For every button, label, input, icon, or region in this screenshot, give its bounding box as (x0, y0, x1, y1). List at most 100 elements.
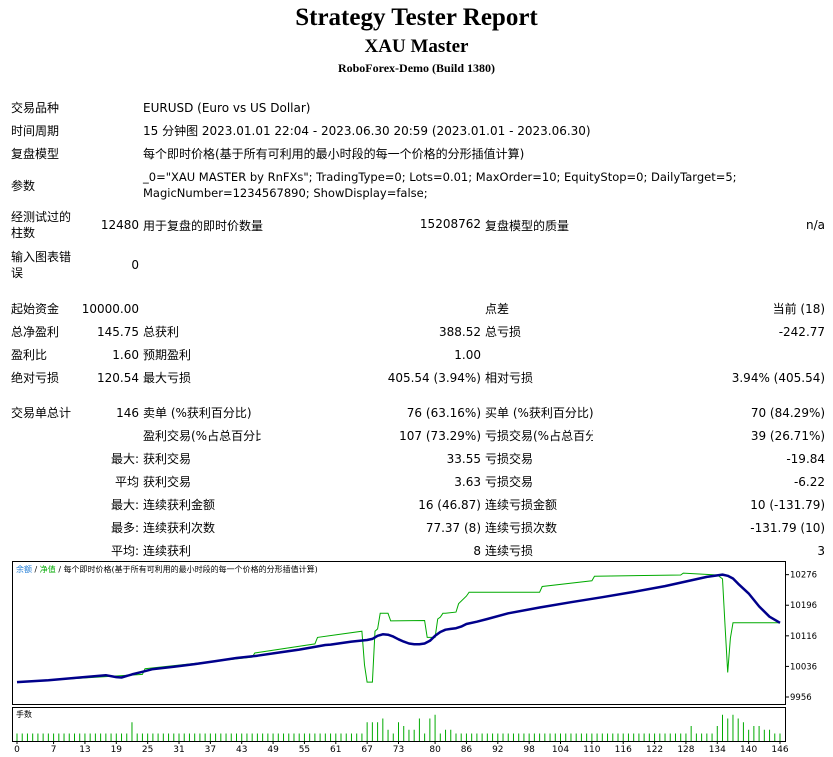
average-loss-label: 亏损交易 (485, 475, 534, 489)
x-tick-label: 7 (51, 745, 57, 755)
x-tick-label: 43 (236, 745, 247, 755)
initial-deposit-value: 10000.00 (81, 301, 139, 316)
rel-drawdown-value: 3.94% (405.54) (731, 370, 826, 385)
legend-balance: 余额 (16, 564, 32, 574)
x-tick-label: 140 (740, 745, 757, 755)
largest-loss-value: -19.84 (786, 451, 826, 466)
x-tick-label: 19 (111, 745, 123, 755)
long-value: 70 (84.29%) (750, 405, 826, 420)
max-cons-profit-value: 77.37 (8) (425, 520, 481, 535)
gross-loss-label: 总亏损 (485, 325, 522, 339)
params-label: 参数 (11, 178, 36, 193)
x-tick-label: 98 (523, 745, 535, 755)
volume-label: 手数 (16, 709, 32, 719)
x-tick-label: 67 (361, 745, 372, 755)
x-tick-label: 80 (429, 745, 441, 755)
gross-profit-label: 总获利 (143, 325, 180, 339)
avg-cons-losses-value: 3 (817, 543, 826, 558)
profit-trades-label: 盈利交易(%占总百分比) (143, 429, 261, 443)
equity-chart: 余额 / 净值 / 每个即时价格(基于所有可利用的最小时段的每一个价格的分形插值… (12, 561, 817, 755)
x-tick-label: 37 (205, 745, 216, 755)
y-tick-label: 10116 (790, 632, 817, 642)
legend-sep: / (32, 565, 40, 574)
max-cons-loss-label: 连续亏损次数 (485, 521, 558, 535)
x-tick-label: 49 (267, 745, 279, 755)
avg-cons-wins-label: 连续获利 (143, 544, 192, 558)
x-tick-label: 73 (393, 745, 404, 755)
long-label: 买单 (%获利百分比) (485, 406, 593, 420)
bars-value: 12480 (100, 218, 139, 232)
average-label: 平均 (114, 475, 139, 489)
spread-label: 点差 (485, 302, 510, 316)
max-cons-wins-value: 16 (46.87) (418, 497, 481, 512)
x-tick-label: 116 (615, 745, 632, 755)
server-info: RoboForex-Demo (Build 1380) (337, 61, 496, 75)
total-trades-value: 146 (116, 405, 139, 420)
avg-cons-wins-value: 8 (473, 543, 481, 558)
legend-equity: 净值 (40, 564, 56, 574)
x-tick-label: 92 (492, 745, 503, 755)
average-profit-value: 3.63 (454, 474, 481, 489)
gross-loss-value: -242.77 (778, 324, 826, 339)
max-drawdown-label: 最大亏损 (143, 371, 192, 385)
ea-name: XAU Master (364, 36, 469, 57)
spread-value: 当前 (18) (772, 302, 826, 316)
x-tick-label: 110 (583, 745, 600, 755)
profit-factor-label: 盈利比 (11, 348, 48, 362)
x-tick-label: 61 (330, 745, 341, 755)
rel-drawdown-label: 相对亏损 (485, 371, 534, 385)
period-label: 时间周期 (11, 124, 60, 138)
quality-value: n/a (806, 218, 826, 232)
max-cons-loss-value: -131.79 (10) (750, 520, 826, 535)
ticks-label: 用于复盘的即时价数量 (143, 218, 264, 233)
main-plot-frame (12, 561, 786, 705)
largest-profit-label: 获利交易 (143, 452, 192, 466)
y-tick-label: 9956 (790, 693, 812, 703)
x-tick-label: 128 (677, 745, 694, 755)
x-tick-label: 104 (552, 745, 569, 755)
expected-payoff-label: 预期盈利 (143, 348, 192, 362)
y-tick-label: 10036 (790, 662, 817, 672)
x-tick-label: 13 (79, 745, 90, 755)
x-tick-label: 86 (461, 745, 473, 755)
largest-profit-value: 33.55 (446, 451, 481, 466)
chart-legend: 余额 / 净值 / 每个即时价格(基于所有可利用的最小时段的每一个价格的分形插值… (16, 564, 318, 574)
most-label: 最多: (110, 521, 139, 535)
net-profit-value: 145.75 (97, 324, 139, 339)
x-tick-label: 25 (142, 745, 153, 755)
profit-trades-value: 107 (73.29%) (399, 428, 481, 443)
errors-label: 输入图表错误 (11, 250, 72, 280)
total-trades-label: 交易单总计 (11, 406, 72, 420)
max-cons-losses-label: 连续亏损金额 (485, 498, 558, 512)
x-tick-label: 122 (646, 745, 663, 755)
avg-cons-losses-label: 连续亏损 (485, 544, 534, 558)
period-value: 15 分钟图 2023.01.01 22:04 - 2023.06.30 20:… (143, 124, 591, 138)
max-drawdown-value: 405.54 (3.94%) (387, 370, 481, 385)
loss-trades-label: 亏损交易(%占总百分比) (485, 429, 593, 443)
legend-model: / 每个即时价格(基于所有可利用的最小时段的每一个价格的分形插值计算) (56, 564, 318, 574)
max-cons-profit-label: 连续获利次数 (143, 521, 216, 535)
largest-loss-label: 亏损交易 (485, 452, 534, 466)
quality-label: 复盘模型的质量 (485, 218, 570, 233)
abs-drawdown-value: 120.54 (97, 370, 139, 385)
net-profit-label: 总净盈利 (11, 325, 60, 339)
y-tick-label: 10276 (790, 571, 817, 581)
x-tick-label: 146 (771, 745, 788, 755)
max-label: 最大: (110, 498, 139, 512)
model-label: 复盘模型 (11, 147, 60, 161)
abs-drawdown-label: 绝对亏损 (11, 371, 60, 385)
avg-label: 平均: (110, 544, 139, 558)
max-cons-losses-value: 10 (-131.79) (750, 497, 826, 512)
params-value: _0="XAU MASTER by RnFXs"; TradingType=0;… (143, 170, 737, 200)
loss-trades-value: 39 (26.71%) (750, 428, 826, 443)
x-tick-label: 55 (299, 745, 310, 755)
model-value: 每个即时价格(基于所有可利用的最小时段的每一个价格的分形插值计算) (143, 147, 525, 161)
profit-factor-value: 1.60 (112, 347, 139, 362)
short-value: 76 (63.16%) (406, 405, 481, 420)
average-profit-label: 获利交易 (143, 475, 192, 489)
short-label: 卖单 (%获利百分比) (143, 406, 252, 420)
symbol-label: 交易品种 (11, 101, 60, 115)
x-tick-label: 0 (14, 745, 20, 755)
report-table: 交易品种 EURUSD (Euro vs US Dollar) 时间周期 15 … (9, 96, 827, 562)
gross-profit-value: 388.52 (439, 324, 481, 339)
